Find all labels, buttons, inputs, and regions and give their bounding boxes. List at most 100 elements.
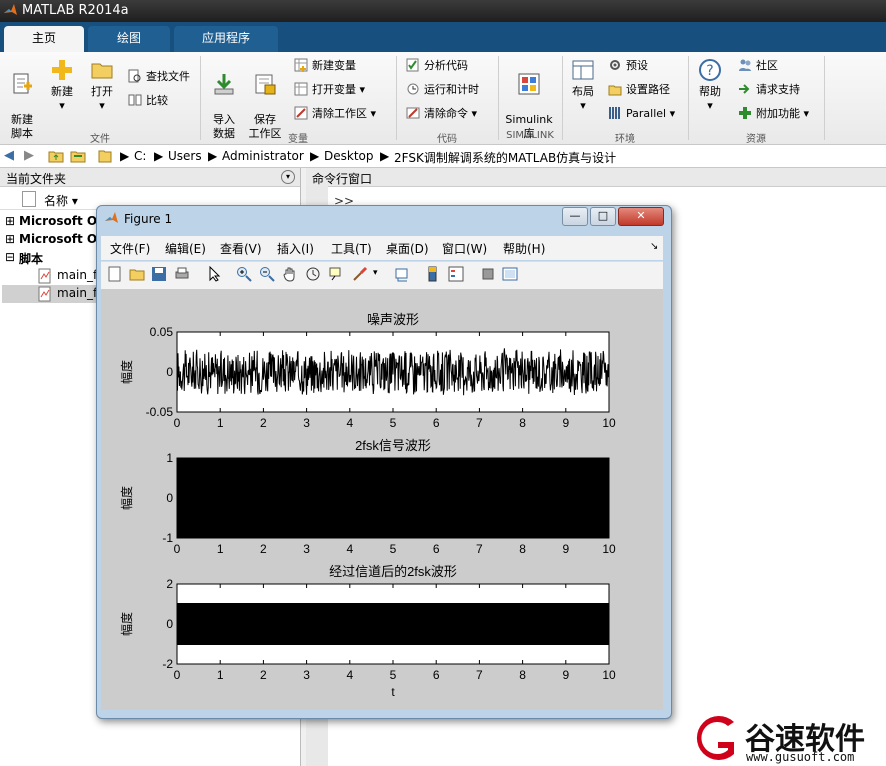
menubar-arrow-icon[interactable]: ↘ (650, 241, 658, 252)
current-folder-title: 当前文件夹 (6, 172, 67, 186)
browse-folder-icon[interactable] (70, 148, 86, 164)
x-tick-label: 2 (260, 416, 267, 430)
open-variable-button[interactable]: 打开变量 ▾ (294, 82, 365, 98)
back-icon[interactable]: ◀ (4, 148, 14, 163)
forward-icon[interactable]: ▶ (24, 148, 34, 163)
minimize-button[interactable]: — (562, 207, 588, 226)
add-ons-button[interactable]: 附加功能 ▾ (738, 106, 809, 122)
new-button[interactable]: 新建 ▾ (46, 58, 78, 113)
clear-workspace-label: 清除工作区 (312, 107, 367, 120)
parallel-label: Parallel (626, 107, 667, 120)
new-figure-icon[interactable] (107, 266, 123, 282)
file-group-label: 文件 (90, 134, 110, 145)
x-tick-label: 7 (476, 416, 483, 430)
set-path-button[interactable]: 设置路径 (608, 82, 670, 98)
new-variable-button[interactable]: 新建变量 (294, 58, 356, 74)
rotate-3d-icon[interactable] (305, 266, 321, 282)
link-plot-icon[interactable] (394, 266, 410, 282)
clear-workspace-button[interactable]: 清除工作区 ▾ (294, 106, 376, 122)
legend-icon[interactable] (448, 266, 464, 282)
figure-title: Figure 1 (124, 212, 173, 226)
help-icon: ? (699, 59, 721, 81)
list-item[interactable]: Microsoft Of (19, 232, 102, 246)
open-file-icon[interactable] (129, 266, 145, 282)
simulink-library-button[interactable]: Simulink 库 (503, 58, 555, 141)
show-plot-tools-icon[interactable] (502, 266, 518, 282)
name-column-header[interactable]: 名称 ▾ (44, 192, 78, 209)
x-tick-label: 7 (476, 542, 483, 556)
x-tick-label: 0 (174, 542, 181, 556)
tree-expander[interactable]: ⊞ (5, 232, 15, 246)
breadcrumb-desktop[interactable]: Desktop (324, 149, 374, 163)
analyze-code-button[interactable]: 分析代码 (406, 58, 468, 74)
tree-collapser[interactable]: ⊟ (5, 250, 15, 264)
data-cursor-icon[interactable] (328, 266, 344, 282)
layout-button[interactable]: 布局 ▾ (566, 58, 600, 113)
community-button[interactable]: 社区 (738, 58, 778, 74)
brush-dropdown-icon[interactable]: ▾ (373, 268, 378, 278)
x-tick-label: 5 (390, 542, 397, 556)
analyze-code-label: 分析代码 (424, 59, 468, 72)
up-folder-icon[interactable] (48, 148, 64, 164)
clear-commands-button[interactable]: 清除命令 ▾ (406, 106, 477, 122)
simulink-library-icon (518, 73, 540, 95)
tab-plots[interactable]: 绘图 (88, 26, 170, 52)
menu-tools[interactable]: 工具(T) (331, 240, 372, 257)
run-and-time-button[interactable]: 运行和计时 (406, 82, 479, 98)
matlab-figure-icon (105, 212, 118, 223)
save-workspace-button[interactable]: 保存 工作区 (246, 58, 284, 141)
menu-edit[interactable]: 编辑(E) (165, 240, 206, 257)
panel-menu-icon[interactable]: ▾ (281, 170, 295, 184)
folder-icon (98, 150, 112, 163)
zoom-out-icon[interactable] (259, 266, 275, 282)
colorbar-icon[interactable] (425, 266, 441, 282)
request-support-button[interactable]: 请求支持 (738, 82, 800, 98)
pointer-icon[interactable] (206, 266, 222, 282)
series-fill (177, 603, 609, 645)
y-tick-label: 1 (166, 451, 173, 465)
zoom-in-icon[interactable] (236, 266, 252, 282)
x-tick-label: 5 (390, 416, 397, 430)
y-tick-label: 0 (166, 617, 173, 631)
hide-plot-tools-icon[interactable] (480, 266, 496, 282)
import-data-button[interactable]: 导入 数据 (206, 58, 242, 141)
print-icon[interactable] (174, 266, 190, 282)
breadcrumb-drive[interactable]: C: (134, 149, 146, 163)
menu-insert[interactable]: 插入(I) (277, 240, 314, 257)
list-item[interactable]: Microsoft Of (19, 214, 102, 228)
menu-help[interactable]: 帮助(H) (503, 240, 545, 257)
menu-window[interactable]: 窗口(W) (442, 240, 487, 257)
plot-area[interactable]: 噪声波形幅度0.050-0.050 1 2 3 4 5 6 7 8 9 102fsk信号波形幅度10… (101, 289, 663, 710)
ribbon-separator (200, 56, 201, 140)
tab-home[interactable]: 主页 (4, 26, 84, 52)
menu-desktop[interactable]: 桌面(D) (386, 240, 429, 257)
breadcrumb-project-folder[interactable]: 2FSK调制解调系统的MATLAB仿真与设计 (394, 149, 616, 166)
preferences-button[interactable]: 预设 (608, 58, 648, 74)
y-tick-label: -0.05 (146, 405, 174, 419)
parallel-button[interactable]: Parallel ▾ (608, 106, 675, 122)
list-item[interactable]: main_f (57, 286, 97, 300)
compare-button[interactable]: 比较 (128, 93, 168, 109)
breadcrumb-users[interactable]: Users (168, 149, 202, 163)
m-file-icon (38, 286, 51, 302)
tree-expander[interactable]: ⊞ (5, 214, 15, 228)
help-button[interactable]: ? 帮助 ▾ (694, 58, 726, 113)
open-variable-label: 打开变量 (312, 83, 356, 96)
brush-icon[interactable] (352, 266, 368, 282)
find-files-button[interactable]: 查找文件 (128, 69, 190, 85)
open-button[interactable]: 打开 ▾ (86, 58, 118, 113)
y-tick-label: 0.05 (150, 325, 174, 339)
maximize-button[interactable]: □ (590, 207, 616, 226)
pan-hand-icon[interactable] (282, 266, 298, 282)
tab-apps[interactable]: 应用程序 (174, 26, 278, 52)
save-icon[interactable] (151, 266, 167, 282)
x-tick-label: 4 (346, 668, 353, 682)
find-files-label: 查找文件 (146, 70, 190, 83)
list-item[interactable]: 脚本 (19, 250, 43, 267)
new-script-button[interactable]: 新建 脚本 (4, 58, 40, 141)
close-button[interactable]: ✕ (618, 207, 664, 226)
menu-view[interactable]: 查看(V) (220, 240, 262, 257)
menu-file[interactable]: 文件(F) (110, 240, 150, 257)
breadcrumb-administrator[interactable]: Administrator (222, 149, 304, 163)
list-item[interactable]: main_f (57, 268, 97, 282)
